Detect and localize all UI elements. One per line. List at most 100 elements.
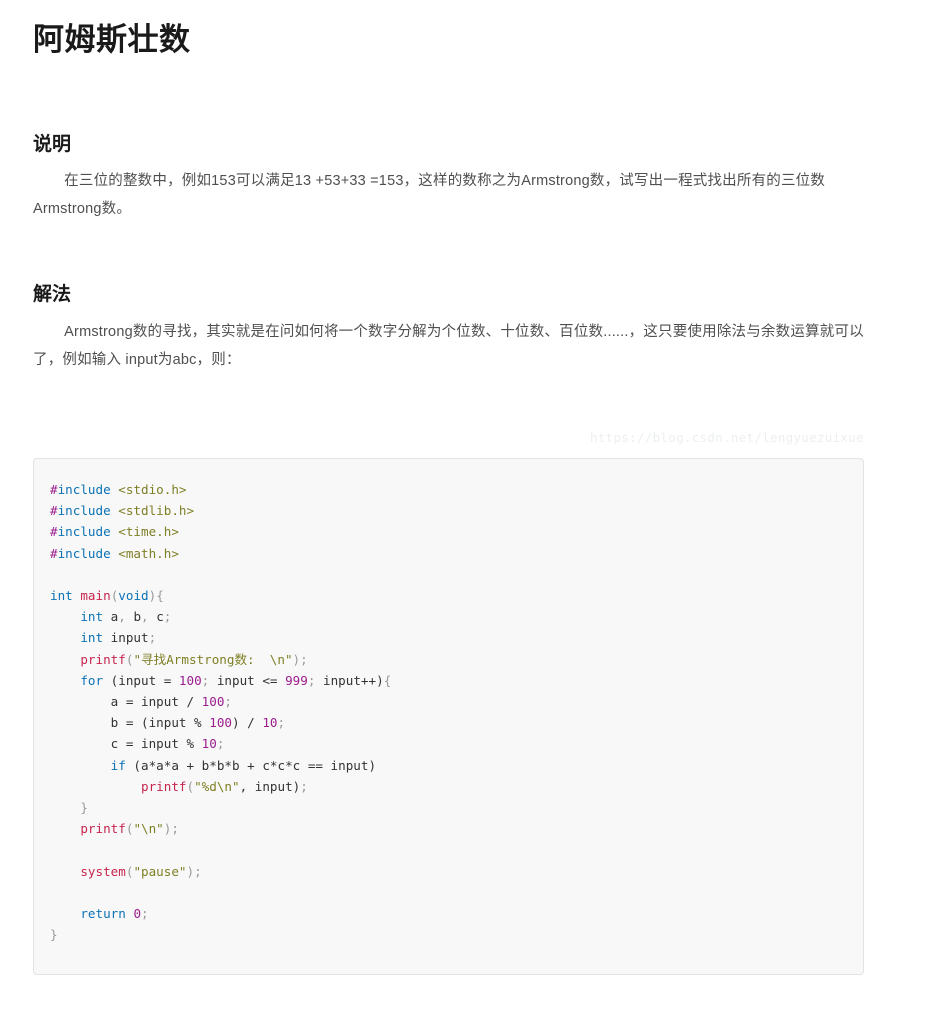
code-content: #include <stdio.h> #include <stdlib.h> #in… (34, 479, 863, 945)
code-token-num: 100 (201, 694, 225, 710)
code-line: for (input = 100; input <= 999; input++)… (50, 670, 863, 691)
code-line: #include <stdlib.h> (50, 500, 863, 521)
code-token-str: "pause" (133, 863, 187, 879)
code-token-plain: input <= (209, 672, 286, 688)
code-token-punct: ) (292, 651, 301, 667)
code-token-num: 10 (262, 715, 278, 731)
code-token-fn: printf (80, 651, 126, 667)
page-title: 阿姆斯壮数 (33, 22, 191, 58)
code-token-plain: b (125, 609, 142, 625)
code-token-kw: int (80, 630, 104, 646)
code-line: c = input % 10; (50, 733, 863, 754)
code-token-pre: include (57, 524, 119, 540)
code-token-punct: ( (186, 778, 195, 794)
code-line: int input; (50, 627, 863, 648)
code-token-str: "%d\n" (194, 778, 240, 794)
code-token-plain: a = input / (50, 694, 202, 710)
code-token-kw: return (80, 906, 126, 922)
code-token-inc: <math.h> (118, 545, 179, 561)
section-heading-solution: 解法 (33, 283, 72, 306)
section-heading-description: 说明 (33, 133, 72, 156)
code-token-punct: ; (163, 609, 172, 625)
code-token-hash: # (50, 545, 58, 561)
code-token-num: 999 (285, 672, 308, 688)
code-token-punct: ; (148, 630, 157, 646)
code-line: b = (input % 100) / 10; (50, 712, 863, 733)
code-token-num: 100 (209, 715, 232, 731)
code-token-punct: ; (194, 863, 202, 879)
code-line: } (50, 797, 863, 818)
code-token-punct: ; (300, 778, 308, 794)
code-token-punct: ; (224, 694, 232, 710)
code-line: int main(void){ (50, 585, 863, 606)
code-line: if (a*a*a + b*b*b + c*c*c == input) (50, 755, 863, 776)
code-token-num: 0 (133, 906, 142, 922)
code-token-plain: a (103, 609, 119, 625)
code-token-kw: int (50, 588, 81, 604)
code-token-punct: ; (277, 715, 286, 731)
code-token-plain: (a*a*a + b*b*b + c*c*c == input) (125, 757, 377, 773)
code-line: printf("%d\n", input); (50, 776, 863, 797)
code-line: #include <time.h> (50, 521, 863, 542)
code-line: system("pause"); (50, 861, 863, 882)
code-token-punct: , (118, 609, 126, 625)
code-token-punct: , (141, 609, 149, 625)
code-block[interactable]: #include <stdio.h> #include <stdlib.h> #in… (33, 458, 864, 975)
code-token-plain: , input) (239, 778, 301, 794)
code-token-hash: # (50, 524, 58, 540)
code-token-kw: for (80, 672, 104, 688)
code-line: int a, b, c; (50, 606, 863, 627)
code-token-plain: c (148, 609, 164, 625)
code-token-punct: ; (171, 821, 179, 837)
code-token-brace: } (50, 927, 58, 943)
code-token-str: "寻找Armstrong数: \n" (133, 651, 293, 667)
code-token-num: 10 (201, 736, 217, 752)
code-token-kw: int (80, 609, 104, 625)
code-token-plain: (input = (103, 672, 179, 688)
code-token-inc: <stdlib.h> (118, 503, 195, 519)
document-page: 阿姆斯壮数 说明 在三位的整数中，例如153可以满足13 +53+33 =153… (0, 0, 926, 1031)
code-token-num: 100 (178, 672, 202, 688)
code-token-kw: void (118, 588, 149, 604)
code-token-plain: ) / (231, 715, 263, 731)
code-token-brace: { (156, 588, 164, 604)
code-token-inc: <time.h> (118, 524, 179, 540)
code-line: return 0; (50, 903, 863, 924)
code-token-fn: main (80, 588, 111, 604)
code-line: } (50, 924, 863, 945)
code-token-brace: { (383, 672, 392, 688)
code-token-pre: include (57, 482, 119, 497)
code-token-brace: } (80, 800, 88, 816)
code-token-hash: # (50, 503, 58, 519)
code-token-hash: # (50, 482, 58, 497)
code-token-pre: include (57, 503, 119, 519)
section-paragraph-description: 在三位的整数中，例如153可以满足13 +53+33 =153，这样的数称之为A… (33, 173, 826, 218)
code-token-fn: printf (141, 778, 187, 794)
code-token-plain: input++) (315, 672, 384, 688)
code-token-plain: input (103, 630, 149, 646)
code-line: #include <stdio.h> (50, 479, 863, 500)
code-line: printf("\n"); (50, 818, 863, 839)
code-token-punct: ) (186, 863, 195, 879)
code-token-str: "\n" (133, 821, 164, 837)
code-token-kw: if (110, 757, 126, 773)
code-token-punct: ; (216, 736, 225, 752)
code-token-plain: c = input % (50, 736, 202, 752)
code-token-punct: ; (300, 651, 308, 667)
code-token-fn: printf (80, 821, 126, 837)
code-line: #include <math.h> (50, 543, 863, 564)
code-token-plain: b = (input % (50, 715, 210, 731)
